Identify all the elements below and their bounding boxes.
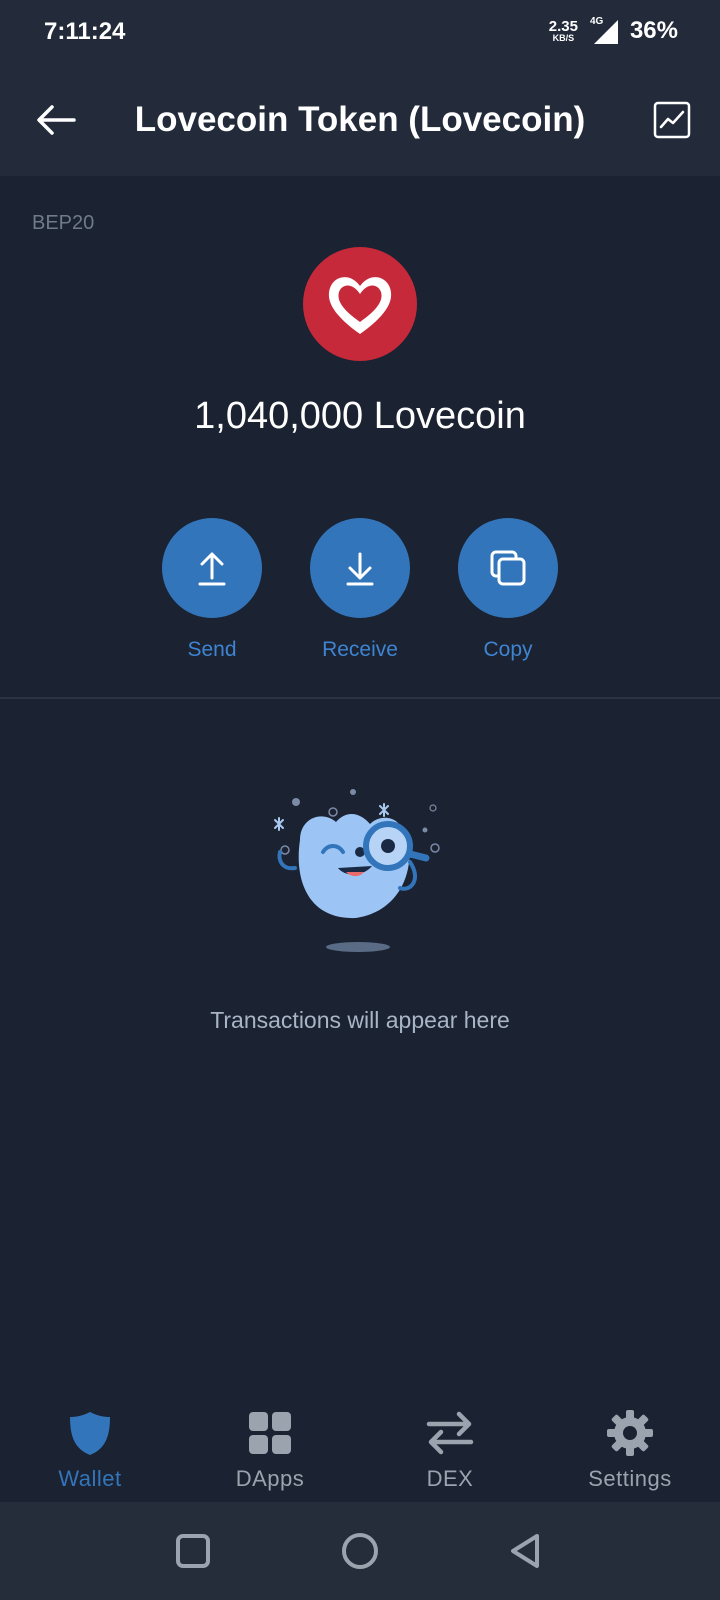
- home-button[interactable]: [337, 1528, 383, 1574]
- network-type: 4G: [589, 16, 604, 27]
- receive-button[interactable]: Receive: [310, 518, 410, 662]
- shield-icon: [70, 1412, 110, 1455]
- copy-button[interactable]: Copy: [458, 518, 558, 662]
- receive-label: Receive: [322, 638, 398, 661]
- empty-transactions-message: Transactions will appear here: [210, 1007, 510, 1033]
- network-speed-unit: KB/S: [552, 33, 575, 43]
- chart-line-icon: [653, 101, 691, 139]
- circle-icon: [342, 1533, 378, 1569]
- network-speed-value: 2.35: [548, 18, 578, 35]
- nav-item-dapps[interactable]: DApps: [190, 1408, 350, 1492]
- nav-label-settings: Settings: [588, 1466, 672, 1491]
- receive-circle[interactable]: [310, 518, 410, 618]
- send-button[interactable]: Send: [162, 518, 262, 662]
- network-label: BEP20: [32, 212, 95, 234]
- token-actions: Send Receive Copy: [0, 518, 720, 668]
- bottom-nav: Wallet DApps DEX Settings: [0, 1392, 720, 1502]
- nav-label-dapps: DApps: [235, 1466, 305, 1491]
- signal-icon: 4G: [588, 16, 620, 46]
- recent-apps-button[interactable]: [170, 1528, 216, 1574]
- status-bar: 7:11:24 2.35 KB/S 4G 36%: [0, 0, 720, 70]
- nav-item-wallet[interactable]: Wallet: [10, 1408, 170, 1492]
- app-bar: Lovecoin Token (Lovecoin): [0, 70, 720, 176]
- heart-icon: [328, 277, 392, 334]
- arrow-down-icon: [346, 552, 374, 586]
- page-title: Lovecoin Token (Lovecoin): [134, 100, 586, 139]
- grid-icon: [249, 1412, 291, 1454]
- nav-label-dex: DEX: [426, 1466, 474, 1491]
- token-logo: [303, 247, 417, 361]
- gear-icon: [607, 1410, 653, 1456]
- divider: [0, 697, 720, 699]
- copy-circle[interactable]: [458, 518, 558, 618]
- network-speed: 2.35 KB/S: [549, 19, 578, 43]
- battery-level: 36%: [629, 17, 678, 44]
- send-circle[interactable]: [162, 518, 262, 618]
- status-time: 7:11:24: [44, 18, 126, 45]
- send-label: Send: [187, 638, 237, 661]
- system-back-button[interactable]: [503, 1528, 549, 1574]
- token-balance: 1,040,000 Lovecoin: [194, 395, 526, 437]
- nav-label-wallet: Wallet: [58, 1466, 122, 1491]
- mascot-magnifier-icon: [260, 780, 460, 980]
- status-indicators: 2.35 KB/S 4G 36%: [549, 16, 678, 46]
- arrow-up-icon: [198, 552, 226, 586]
- system-nav-bar: [0, 1502, 720, 1600]
- price-chart-button[interactable]: [652, 100, 692, 140]
- swap-icon: [426, 1411, 474, 1455]
- nav-item-settings[interactable]: Settings: [550, 1408, 710, 1492]
- nav-item-dex[interactable]: DEX: [370, 1408, 530, 1492]
- copy-icon: [490, 550, 526, 586]
- square-icon: [176, 1534, 210, 1568]
- triangle-back-icon: [511, 1534, 539, 1568]
- copy-label: Copy: [483, 638, 533, 661]
